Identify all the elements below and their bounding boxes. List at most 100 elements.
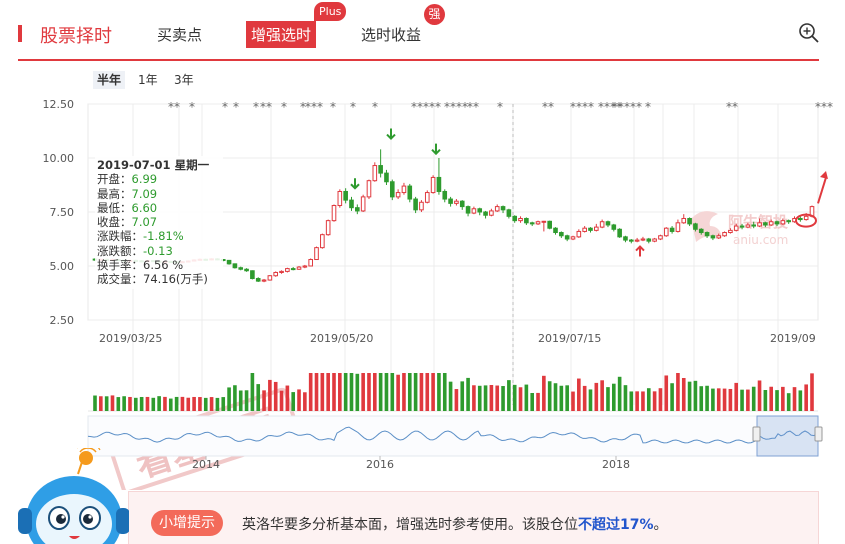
candle-body bbox=[541, 220, 547, 223]
signal-star-group: * bbox=[253, 100, 259, 114]
y-tick-label: 2.50 bbox=[50, 314, 75, 327]
candle-body bbox=[529, 222, 535, 225]
volume-bar bbox=[180, 396, 185, 411]
volume-bar bbox=[407, 373, 412, 411]
signal-arrows bbox=[350, 128, 645, 257]
tip-highlight: 不超过17% bbox=[578, 517, 654, 533]
candle-body bbox=[419, 201, 424, 211]
candle-body bbox=[710, 235, 716, 239]
volume-bar bbox=[104, 396, 109, 411]
period-half-year[interactable]: 半年 bbox=[93, 71, 126, 89]
brand-url-watermark: aniu.com bbox=[733, 233, 788, 247]
volume-bar bbox=[221, 397, 226, 411]
volume-bar bbox=[145, 396, 150, 411]
volume-bar bbox=[495, 385, 500, 411]
open-label: 开盘： bbox=[97, 172, 132, 187]
candle-body bbox=[559, 232, 564, 237]
candle-body bbox=[640, 238, 646, 241]
candle-body bbox=[634, 239, 640, 242]
candle-body bbox=[261, 279, 267, 282]
candle-body bbox=[768, 221, 774, 226]
volume-bar bbox=[303, 392, 307, 411]
volume-bar bbox=[518, 387, 523, 411]
sell-arrow-icon bbox=[431, 143, 441, 156]
candle-body bbox=[314, 247, 319, 261]
volume-bar bbox=[524, 384, 529, 411]
volume-bar bbox=[99, 396, 103, 411]
tab-buy-sell-points[interactable]: 买卖点 bbox=[157, 24, 202, 45]
volume-bar bbox=[536, 392, 540, 411]
page-title: 股票择时 bbox=[40, 26, 112, 47]
period-1-year[interactable]: 1年 bbox=[134, 71, 162, 89]
volume-bar bbox=[611, 383, 616, 411]
candle-body bbox=[728, 229, 733, 234]
zoom-in-icon[interactable] bbox=[798, 22, 820, 44]
volume-bar bbox=[722, 388, 727, 411]
volume-bar bbox=[792, 387, 797, 411]
header-divider bbox=[18, 59, 819, 61]
turnover-label: 换手率： bbox=[97, 258, 143, 273]
volume-bar bbox=[582, 385, 587, 411]
volume-bar bbox=[343, 373, 348, 411]
candle-body bbox=[366, 180, 372, 198]
navigator-left-handle bbox=[752, 426, 761, 442]
candle-body bbox=[512, 215, 518, 222]
tip-pill: 小增提示 bbox=[151, 510, 223, 536]
volume-bar bbox=[594, 382, 599, 411]
low-label: 最低： bbox=[97, 200, 132, 215]
candle-body bbox=[378, 165, 383, 174]
candle-body bbox=[279, 270, 284, 273]
candle-body bbox=[547, 220, 552, 229]
volume-bar bbox=[442, 373, 447, 411]
volume-bar bbox=[297, 389, 301, 411]
period-3-year[interactable]: 3年 bbox=[170, 71, 198, 89]
volume-bar bbox=[711, 388, 715, 411]
volume-bar bbox=[419, 373, 424, 411]
volume-bar bbox=[507, 380, 511, 411]
candle-body bbox=[675, 222, 681, 232]
candle-body bbox=[739, 225, 745, 228]
volume-bar bbox=[763, 390, 768, 411]
signal-star-group: ***** bbox=[411, 100, 441, 114]
volume-bar bbox=[705, 385, 709, 411]
volume-bar bbox=[489, 385, 494, 411]
volume-bar bbox=[716, 388, 721, 411]
signal-star-group: ** bbox=[726, 100, 738, 114]
volume-bar bbox=[472, 385, 476, 411]
volume-bar bbox=[110, 395, 115, 411]
volume-bar bbox=[448, 381, 453, 411]
volume-bar bbox=[384, 373, 389, 411]
tab-timing-returns[interactable]: 选时收益 bbox=[361, 24, 421, 45]
candle-body bbox=[803, 215, 809, 221]
open-value: 6.99 bbox=[131, 172, 158, 187]
volume-bar bbox=[635, 391, 639, 411]
low-value: 6.60 bbox=[131, 200, 158, 215]
candle-body bbox=[582, 227, 587, 232]
candle-body bbox=[448, 198, 453, 204]
candle-body bbox=[652, 238, 657, 242]
volume-bar bbox=[542, 375, 546, 411]
candle-body bbox=[477, 208, 483, 213]
sell-arrow-icon bbox=[386, 128, 396, 140]
volume-bar bbox=[530, 393, 535, 411]
candle-body bbox=[663, 227, 669, 237]
candle-body bbox=[389, 181, 395, 198]
candle-body bbox=[331, 205, 337, 222]
candle-body bbox=[273, 271, 279, 277]
x-tick-label: 2019/07/15 bbox=[538, 332, 601, 345]
candle-body bbox=[628, 239, 634, 242]
volume-bar bbox=[693, 380, 698, 411]
volume-bar bbox=[186, 397, 191, 411]
volume-bar bbox=[372, 373, 377, 411]
signal-star-group: * bbox=[222, 100, 228, 114]
volume-bar bbox=[623, 385, 628, 411]
stock-chart[interactable]: 看基本面阿牛智投aniu.com 12.5010.007.505.002.50 … bbox=[0, 90, 845, 490]
x-tick-label: 2019/03/25 bbox=[99, 332, 162, 345]
volume-bar bbox=[133, 397, 138, 411]
navigator-year-label: 2014 bbox=[192, 458, 220, 471]
candle-body bbox=[716, 235, 722, 239]
navigator-frame bbox=[87, 415, 819, 457]
tab-enhanced-timing[interactable]: 增强选时 bbox=[246, 21, 317, 48]
volume-bar bbox=[565, 385, 569, 411]
signal-star-group: * bbox=[350, 100, 356, 114]
